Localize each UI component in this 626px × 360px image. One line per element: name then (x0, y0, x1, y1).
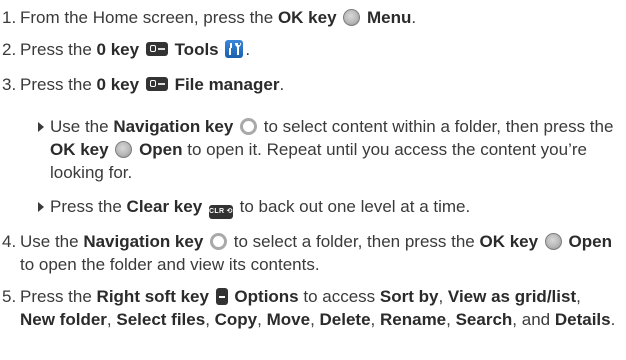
key-name: OK key (479, 232, 539, 251)
separator: , (106, 310, 117, 329)
step-text: Press the 0 key File manager. (20, 73, 618, 96)
right-soft-key-icon (215, 288, 228, 305)
separator: , (576, 287, 581, 306)
option-item: Details (554, 310, 611, 329)
option-item: Search (455, 310, 513, 329)
option-item: View as grid/list (447, 287, 577, 306)
step-text: From the Home screen, press the OK key M… (20, 6, 618, 29)
step-text: Press the 0 key Tools . (20, 38, 618, 61)
step-number: 2. (2, 40, 17, 59)
option-item: Move (266, 310, 311, 329)
text (337, 8, 342, 27)
zero-key-icon (145, 77, 168, 91)
step-number: 5. (2, 287, 17, 306)
bullet-triangle-icon (38, 122, 44, 132)
separator: and (517, 310, 555, 329)
instruction-document: 1. From the Home screen, press the OK ke… (0, 0, 626, 360)
separator: , (310, 310, 320, 329)
step-number: 4. (2, 232, 17, 251)
substep-text: Use the Navigation key to select content… (50, 115, 618, 184)
text (139, 40, 144, 59)
navigation-key-icon (210, 233, 228, 250)
key-name: Right soft key (96, 287, 209, 306)
text: Press the (50, 197, 127, 216)
text: . (610, 310, 616, 329)
option-item: Copy (214, 310, 258, 329)
key-name: Navigation key (113, 117, 234, 136)
text: . (245, 40, 251, 59)
step-number: 3. (2, 75, 17, 94)
options-label: Options (234, 287, 299, 306)
clear-key-icon: CLR ⟲ (208, 205, 233, 219)
text: to access (298, 287, 380, 306)
tools-label: Tools (174, 40, 219, 59)
text: Press the (20, 40, 97, 59)
text: to select content within a folder, then … (259, 117, 614, 136)
open-label: Open (568, 232, 612, 251)
text: Use the (50, 117, 114, 136)
key-name: Clear key (126, 197, 203, 216)
separator: , (370, 310, 380, 329)
text: to select a folder, then press the (229, 232, 480, 251)
bullet-triangle-icon (38, 202, 44, 212)
text (139, 75, 144, 94)
tools-icon (225, 40, 244, 58)
text: . (279, 75, 285, 94)
menu-label: Menu (367, 8, 412, 27)
separator: , (438, 287, 448, 306)
option-item: Select files (116, 310, 206, 329)
ok-key-icon (544, 233, 562, 250)
option-item: New folder (20, 310, 107, 329)
text: to back out one level at a time. (234, 197, 471, 216)
option-item: Sort by (379, 287, 439, 306)
key-name: 0 key (96, 75, 140, 94)
text: From the Home screen, press the (20, 8, 278, 27)
zero-key-icon (145, 42, 168, 56)
text: to open the folder and view its contents… (20, 255, 320, 274)
key-name: 0 key (96, 40, 140, 59)
option-item: Rename (380, 310, 447, 329)
file-manager-label: File manager (174, 75, 280, 94)
option-item: Delete (319, 310, 371, 329)
key-name: OK key (50, 140, 109, 159)
step-text: Use the Navigation key to select a folde… (20, 230, 618, 276)
step-text: Press the Right soft key Options to acce… (20, 287, 616, 329)
key-name: Navigation key (83, 232, 204, 251)
ok-key-icon (343, 9, 361, 26)
substep-text: Press the Clear key CLR ⟲ to back out on… (50, 195, 618, 219)
separator: , (257, 310, 267, 329)
text: Use the (20, 232, 84, 251)
text: Press the (20, 287, 97, 306)
ok-key-icon (115, 141, 133, 158)
key-name: OK key (277, 8, 337, 27)
text: Press the (20, 75, 97, 94)
navigation-key-icon (240, 118, 258, 135)
text: . (411, 8, 417, 27)
step-number: 1. (2, 8, 17, 27)
separator: , (205, 310, 215, 329)
separator: , (446, 310, 456, 329)
open-label: Open (139, 140, 183, 159)
